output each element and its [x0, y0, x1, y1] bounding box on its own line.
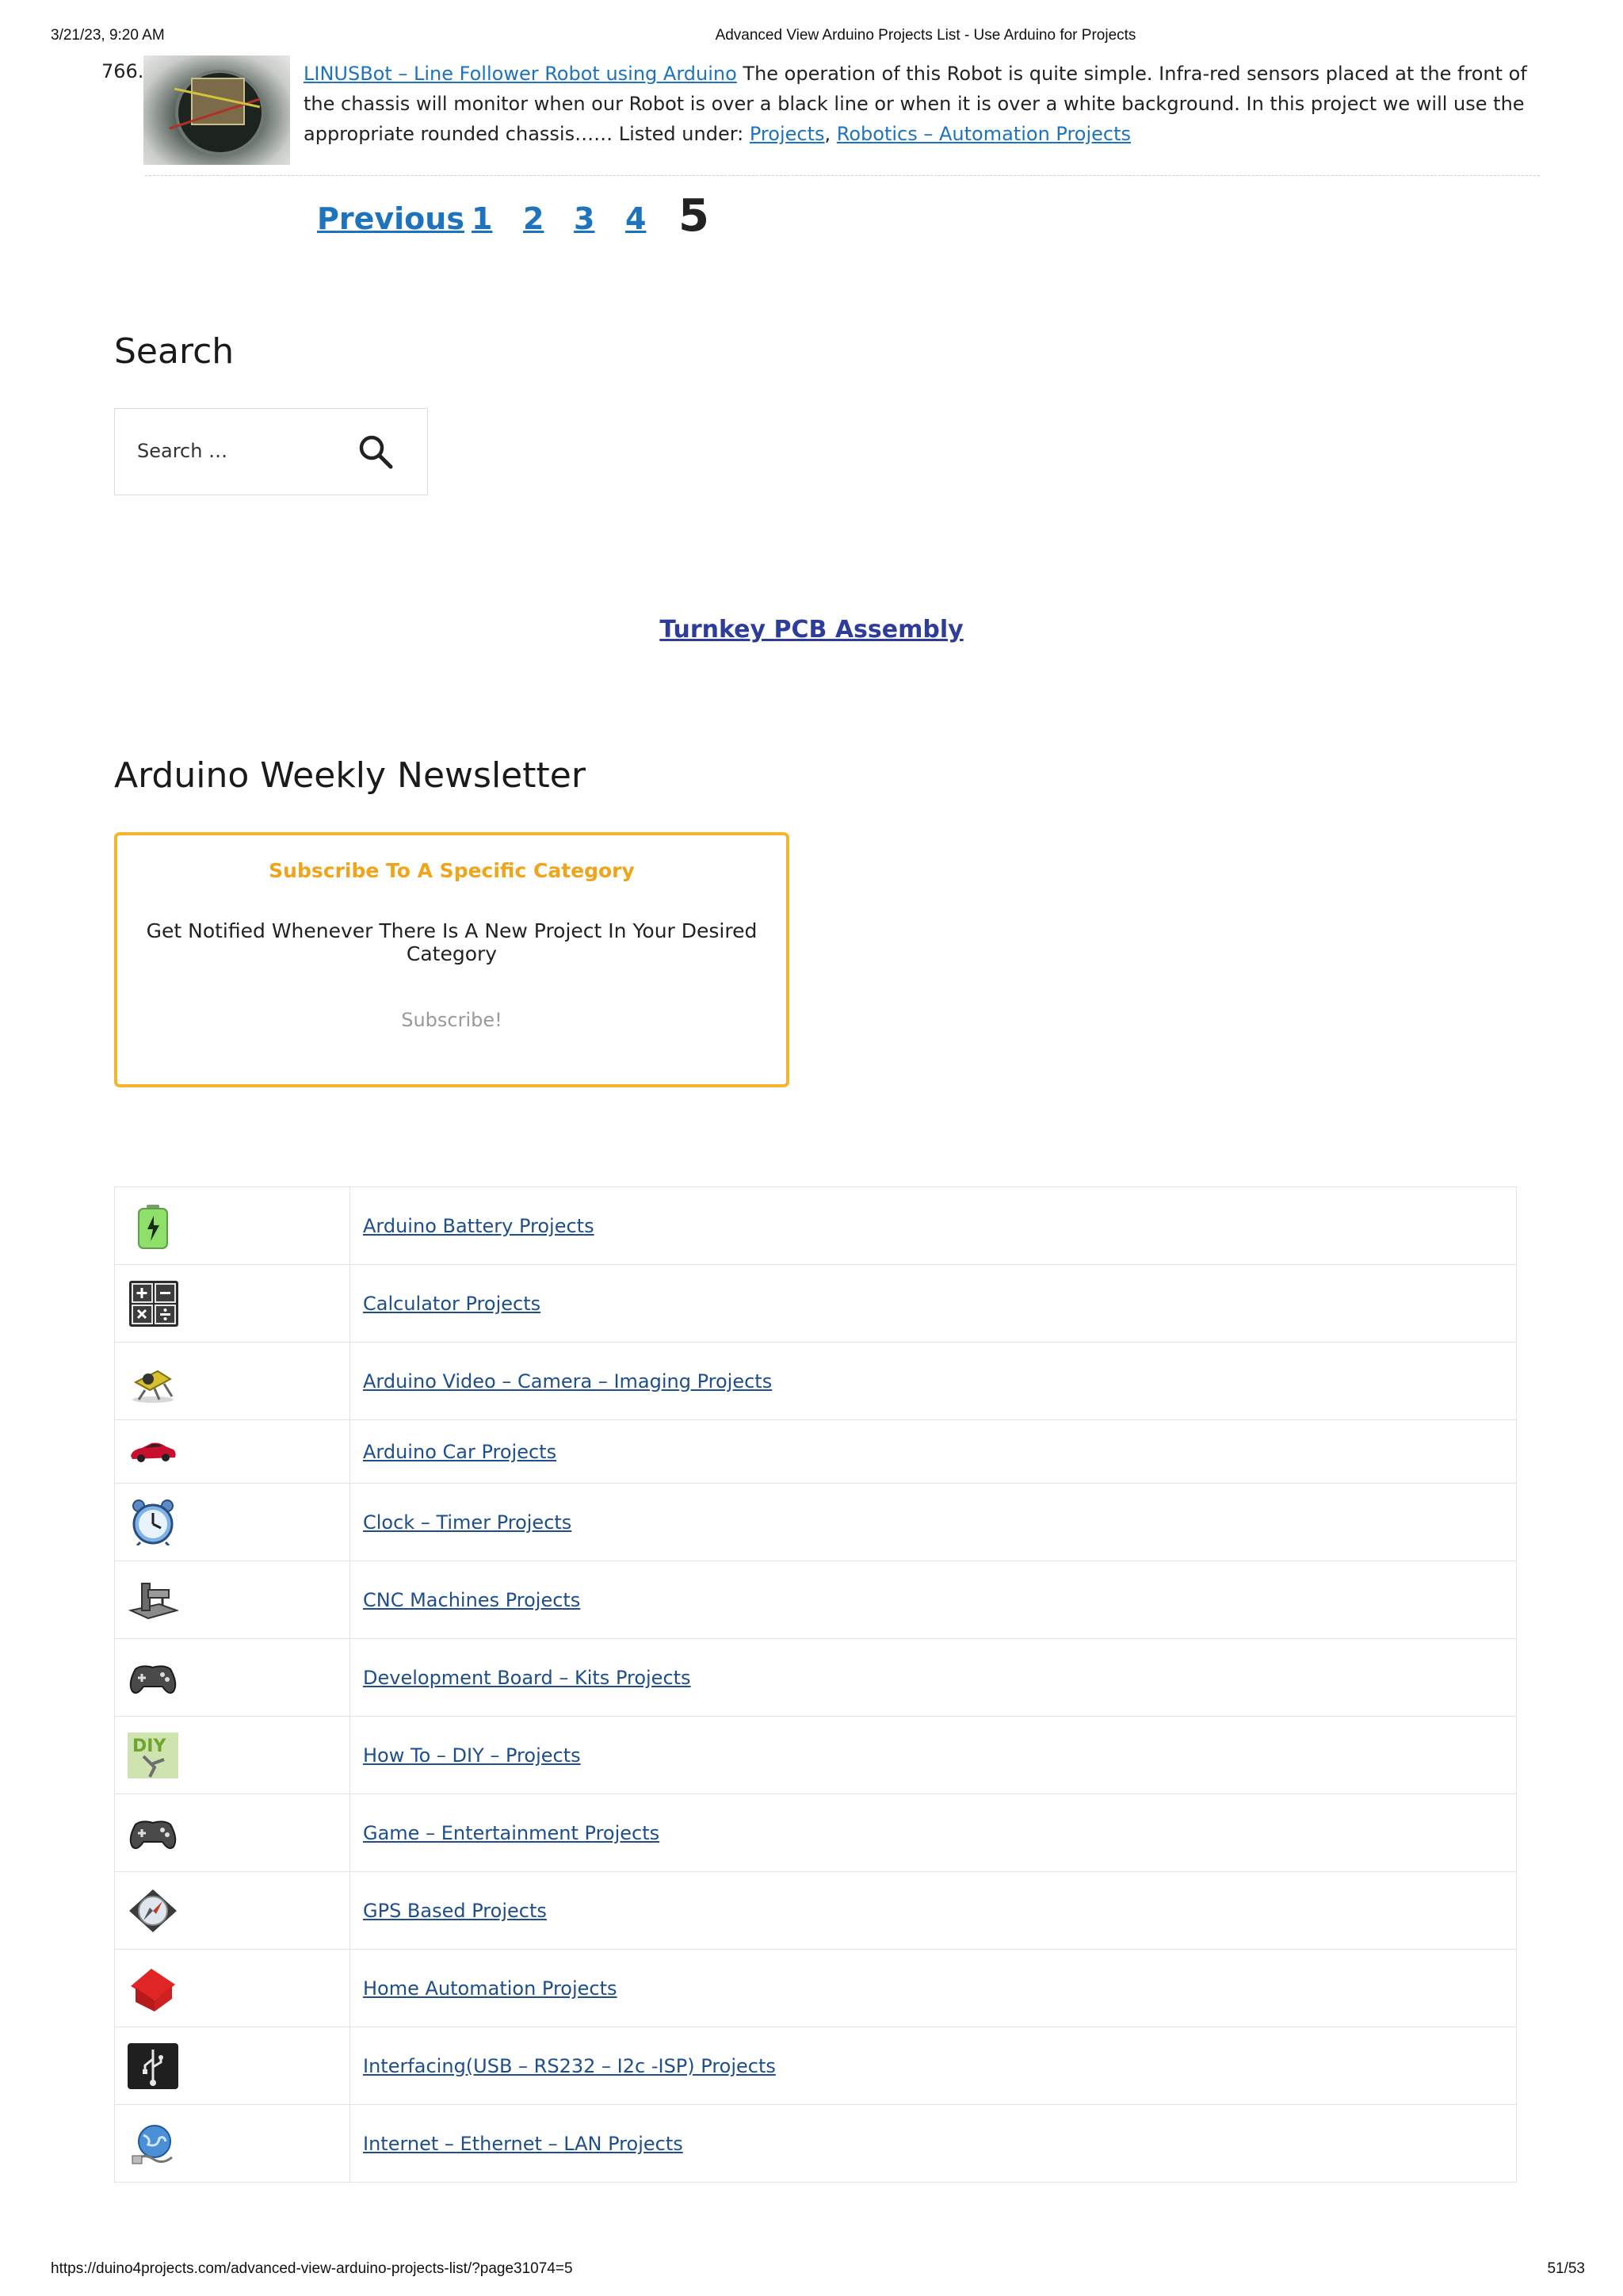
table-row: Game – Entertainment Projects	[114, 1794, 1517, 1872]
table-row: Internet – Ethernet – LAN Projects	[114, 2104, 1517, 2183]
category-link[interactable]: How To – DIY – Projects	[363, 1744, 581, 1767]
table-row: Development Board – Kits Projects	[114, 1638, 1517, 1717]
calculator-icon[interactable]	[128, 1280, 178, 1327]
house-icon[interactable]	[128, 1966, 178, 2011]
category-link[interactable]: CNC Machines Projects	[363, 1589, 580, 1611]
usb-icon[interactable]	[128, 2042, 178, 2089]
globe-network-icon[interactable]	[128, 2121, 178, 2167]
category-link[interactable]: Clock – Timer Projects	[363, 1511, 571, 1534]
pagination-page-1[interactable]: 1	[472, 201, 492, 236]
category-link[interactable]: Home Automation Projects	[363, 1977, 617, 2000]
battery-icon[interactable]	[128, 1203, 178, 1249]
table-row: Arduino Car Projects	[114, 1419, 1517, 1484]
print-page-count: 51/53	[1547, 2260, 1585, 2277]
pagination-current-page: 5	[678, 190, 709, 242]
gamepad-icon[interactable]	[128, 1810, 178, 1856]
category-link[interactable]: Arduino Video – Camera – Imaging Project…	[363, 1370, 772, 1392]
entry-separator	[145, 175, 1540, 176]
table-row: CNC Machines Projects	[114, 1561, 1517, 1639]
search-icon[interactable]	[357, 433, 395, 471]
compass-icon[interactable]	[128, 1888, 178, 1934]
subscribe-button[interactable]: Subscribe!	[292, 992, 612, 1048]
entry-category-link-projects[interactable]: Projects	[750, 123, 825, 145]
category-link[interactable]: Game – Entertainment Projects	[363, 1822, 659, 1844]
gamepad-icon[interactable]	[128, 1655, 178, 1701]
search-form	[114, 408, 428, 495]
print-page-title: Advanced View Arduino Projects List - Us…	[715, 27, 1136, 44]
entry-title-link[interactable]: LINUSBot – Line Follower Robot using Ard…	[304, 63, 737, 85]
pagination-page-3[interactable]: 3	[574, 201, 594, 236]
turnkey-pcb-link[interactable]: Turnkey PCB Assembly	[659, 616, 963, 644]
category-link[interactable]: GPS Based Projects	[363, 1900, 547, 1922]
table-row: Arduino Video – Camera – Imaging Project…	[114, 1342, 1517, 1420]
subscribe-box: Subscribe To A Specific Category Get Not…	[114, 832, 789, 1087]
newsletter-title: Arduino Weekly Newsletter	[114, 755, 586, 796]
pagination-page-4[interactable]: 4	[625, 201, 646, 236]
category-link[interactable]: Development Board – Kits Projects	[363, 1667, 691, 1689]
camera-icon[interactable]	[128, 1358, 178, 1404]
category-link[interactable]: Internet – Ethernet – LAN Projects	[363, 2133, 683, 2155]
table-row: Interfacing(USB – RS232 – I2c -ISP) Proj…	[114, 2027, 1517, 2105]
alarm-clock-icon[interactable]	[128, 1499, 178, 1545]
print-url: https://duino4projects.com/advanced-view…	[51, 2260, 573, 2277]
category-table: Arduino Battery Projects Calculator Proj…	[114, 1186, 1517, 2183]
search-input[interactable]	[136, 433, 337, 469]
entry-number: 766.	[101, 60, 144, 82]
category-link[interactable]: Arduino Battery Projects	[363, 1215, 594, 1237]
diy-icon[interactable]: DIY	[128, 1732, 178, 1778]
category-link[interactable]: Interfacing(USB – RS232 – I2c -ISP) Proj…	[363, 2055, 776, 2077]
category-separator: ,	[824, 123, 837, 145]
entry-thumbnail[interactable]	[143, 55, 290, 165]
car-icon[interactable]	[128, 1429, 178, 1475]
category-link[interactable]: Calculator Projects	[363, 1293, 540, 1315]
table-row: Home Automation Projects	[114, 1949, 1517, 2027]
table-row: GPS Based Projects	[114, 1871, 1517, 1950]
pagination-page-2[interactable]: 2	[523, 201, 544, 236]
svg-text:DIY: DIY	[132, 1736, 166, 1756]
turnkey-widget: Turnkey PCB Assembly	[0, 616, 1623, 644]
subscribe-box-title: Subscribe To A Specific Category	[269, 859, 635, 882]
entry-text: LINUSBot – Line Follower Robot using Ard…	[304, 59, 1556, 149]
search-title: Search	[114, 331, 235, 372]
table-row: Calculator Projects	[114, 1264, 1517, 1343]
cnc-machine-icon[interactable]	[128, 1577, 178, 1623]
category-link[interactable]: Arduino Car Projects	[363, 1441, 556, 1463]
pagination-previous[interactable]: Previous	[317, 201, 464, 236]
entry-category-link-robotics[interactable]: Robotics – Automation Projects	[837, 123, 1131, 145]
table-row: DIY How To – DIY – Projects	[114, 1716, 1517, 1794]
table-row: Clock – Timer Projects	[114, 1483, 1517, 1561]
subscribe-box-description: Get Notified Whenever There Is A New Pro…	[146, 919, 758, 965]
table-row: Arduino Battery Projects	[114, 1186, 1517, 1265]
